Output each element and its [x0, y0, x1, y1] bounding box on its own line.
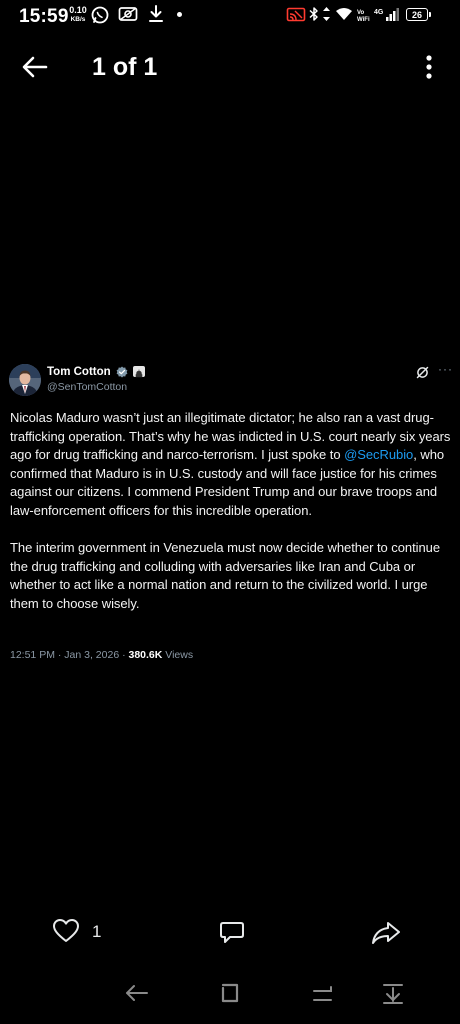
bluetooth-icon: [309, 7, 318, 21]
cellular-signal-icon: 4G: [374, 8, 399, 21]
tweet-meta: 12:51 PM · Jan 3, 2026 · 380.6K Views: [10, 649, 193, 661]
network-speed-unit: KB/s: [70, 16, 86, 23]
download-icon: [149, 5, 163, 22]
status-time: 15:59: [19, 6, 69, 27]
more-vertical-icon: [426, 55, 432, 79]
notification-dot-icon: [177, 12, 182, 17]
mention-link[interactable]: @SecRubio: [344, 447, 413, 462]
like-button[interactable]: [52, 918, 80, 949]
tweet-text: Nicolas Maduro wasn’t just an illegitima…: [10, 409, 452, 632]
author-handle[interactable]: @SenTomCotton: [47, 381, 127, 393]
data-transfer-icon: [323, 7, 330, 21]
back-button[interactable]: [18, 52, 52, 82]
network-speed: 0.10 KB/s: [67, 6, 89, 24]
nav-recents-button[interactable]: [311, 983, 335, 1008]
share-button[interactable]: [371, 920, 401, 951]
more-options-button[interactable]: [418, 53, 440, 81]
volte-icon: Vo WiFi: [357, 10, 370, 22]
avatar[interactable]: [9, 364, 41, 396]
nav-back-icon: [126, 985, 148, 1001]
profile-photo: [9, 364, 41, 396]
whatsapp-icon: [91, 6, 109, 24]
share-icon: [372, 922, 400, 944]
capitol-icon: [135, 369, 143, 378]
svg-text:WiFi: WiFi: [357, 17, 370, 22]
battery-indicator: 26: [406, 8, 431, 21]
like-count: 1: [92, 922, 102, 941]
network-speed-value: 0.10: [69, 5, 87, 15]
nav-back-button[interactable]: [124, 981, 150, 1010]
svg-text:4G: 4G: [374, 9, 384, 16]
nav-home-button[interactable]: [218, 982, 242, 1009]
nav-recents-icon: [313, 986, 332, 1001]
nav-hide-icon: [383, 984, 403, 1004]
tweet-paragraph-1: Nicolas Maduro wasn’t just an illegitima…: [10, 409, 452, 521]
comment-icon: [220, 922, 244, 943]
nav-hide-button[interactable]: [381, 982, 405, 1011]
wifi-icon: [336, 8, 352, 20]
verified-badge-icon: [116, 366, 128, 378]
affiliation-badge-icon: [133, 366, 145, 378]
screenshot-icon: [118, 7, 138, 21]
tweet-paragraph-2: The interim government in Venezuela must…: [10, 540, 441, 611]
views-count: 380.6K: [128, 649, 163, 661]
cast-icon: [286, 7, 306, 22]
tweet-timestamp[interactable]: 12:51 PM · Jan 3, 2026 ·: [10, 649, 128, 661]
reply-button[interactable]: [219, 920, 245, 951]
svg-text:Vo: Vo: [357, 10, 365, 16]
arrow-left-icon: [22, 56, 48, 78]
page-title: 1 of 1: [92, 53, 158, 81]
heart-icon: [53, 919, 79, 942]
grok-icon[interactable]: [416, 366, 429, 379]
author-name[interactable]: Tom Cotton: [47, 366, 111, 378]
nav-home-icon: [221, 983, 239, 1003]
tweet-more-icon[interactable]: ···: [438, 362, 453, 376]
views-label: Views: [162, 649, 194, 661]
